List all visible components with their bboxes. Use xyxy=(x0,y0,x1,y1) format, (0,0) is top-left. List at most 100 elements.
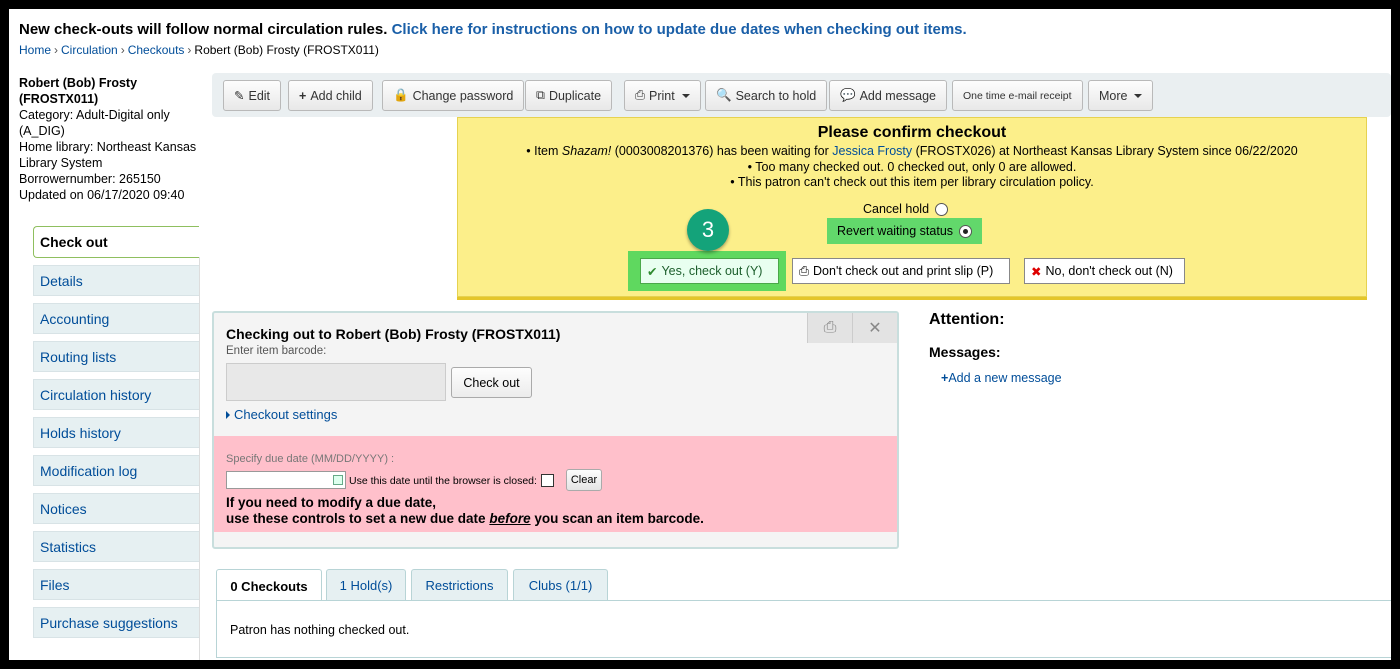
copy-icon: ⧉ xyxy=(536,88,545,102)
item-title: Shazam! xyxy=(561,144,612,158)
no-checkouts-message: Patron has nothing checked out. xyxy=(230,623,410,637)
breadcrumb-checkouts[interactable]: Checkouts xyxy=(128,43,185,57)
check-out-submit-button[interactable]: Check out xyxy=(451,367,532,398)
add-child-button[interactable]: + Add child xyxy=(288,80,373,111)
patron-name: Robert (Bob) Frosty (FROSTX011) xyxy=(19,76,138,106)
no-check-out-button[interactable]: ✖ No, don't check out (N) xyxy=(1024,258,1185,284)
tab-restrictions[interactable]: Restrictions xyxy=(411,569,508,601)
checkout-header: Checking out to Robert (Bob) Frosty (FRO… xyxy=(226,326,561,342)
tab-panel-checkouts: Patron has nothing checked out. xyxy=(216,600,1391,658)
breadcrumb-separator: › xyxy=(54,43,59,57)
dont-check-out-print-button[interactable]: ⎙ Don't check out and print slip (P) xyxy=(792,258,1010,284)
checkout-settings-toggle[interactable]: Checkout settings xyxy=(226,407,337,422)
messages-heading: Messages: xyxy=(929,344,1001,360)
add-message-button[interactable]: 💬 Add message xyxy=(829,80,948,111)
cancel-hold-radio[interactable] xyxy=(935,202,949,216)
edit-button[interactable]: ✎ Edit xyxy=(223,80,282,111)
email-receipt-button[interactable]: One time e-mail receipt xyxy=(952,80,1083,111)
remember-date-option: Use this date until the browser is close… xyxy=(349,474,554,487)
plus-icon: + xyxy=(299,88,307,103)
checkout-settings-label: Checkout settings xyxy=(234,407,338,422)
chevron-down-icon xyxy=(681,93,690,98)
dont-print-label: Don't check out and print slip (P) xyxy=(813,264,994,278)
menu-item-circulation-history[interactable]: Circulation history xyxy=(33,379,199,410)
instructions-link[interactable]: Click here for instructions on how to up… xyxy=(392,21,967,38)
menu-item-files[interactable]: Files xyxy=(33,569,199,600)
revert-waiting-option[interactable]: Revert waiting status xyxy=(827,218,983,244)
printer-icon: ⎙ xyxy=(635,88,646,102)
yes-check-out-button[interactable]: ✔ Yes, check out (Y) xyxy=(640,258,779,284)
notice-text: (0003008201376) has been waiting for xyxy=(611,144,833,158)
tab-holds[interactable]: 1 Hold(s) xyxy=(326,569,406,601)
more-dropdown-button[interactable]: More xyxy=(1088,80,1154,111)
banner-text: New check-outs will follow normal circul… xyxy=(19,21,388,38)
confirm-title: Please confirm checkout xyxy=(817,124,1007,141)
printer-icon: ⎙ xyxy=(799,263,810,278)
menu-item-modification-log[interactable]: Modification log xyxy=(33,455,199,486)
menu-item-accounting[interactable]: Accounting xyxy=(33,303,199,334)
warning-line-2: use these controls to set a new due date… xyxy=(226,511,704,527)
menu-item-holds-history[interactable]: Holds history xyxy=(33,417,199,448)
tab-checkouts[interactable]: 0 Checkouts xyxy=(216,569,322,602)
pencil-icon: ✎ xyxy=(234,89,245,103)
panel-tools: ⎙ ✕ xyxy=(807,313,897,343)
chevron-down-icon xyxy=(1134,93,1143,98)
change-password-button[interactable]: 🔒 Change password xyxy=(382,80,525,111)
hold-waiting-notice: Item Shazam! (0003008201376) has been wa… xyxy=(458,144,1366,160)
menu-item-check-out[interactable]: Check out xyxy=(33,226,199,258)
more-label: More xyxy=(1099,88,1128,103)
patron-category: Category: Adult-Digital only xyxy=(19,108,170,122)
menu-item-notices[interactable]: Notices xyxy=(33,493,199,524)
warning-line-1: If you need to modify a due date, xyxy=(226,495,437,510)
warning-emphasis: before xyxy=(489,511,531,526)
circulation-rules-banner: New check-outs will follow normal circul… xyxy=(19,21,967,38)
menu-divider xyxy=(199,257,200,660)
add-new-message-link[interactable]: +Add a new message xyxy=(941,371,1062,385)
menu-item-purchase-suggestions[interactable]: Purchase suggestions xyxy=(33,607,199,638)
confirm-checkout-dialog: Please confirm checkout Item Shazam! (00… xyxy=(457,117,1367,297)
due-date-label: Specify due date (MM/DD/YYYY) : xyxy=(226,453,395,465)
revert-waiting-radio[interactable] xyxy=(959,224,973,238)
no-label: No, don't check out (N) xyxy=(1045,264,1173,278)
breadcrumb-current: Robert (Bob) Frosty (FROSTX011) xyxy=(194,43,379,57)
patron-category-code: (A_DIG) xyxy=(19,124,65,138)
breadcrumb: Home › Circulation › Checkouts › Robert (Bob) … xyxy=(19,43,379,57)
tab-clubs[interactable]: Clubs (1/1) xyxy=(513,569,608,601)
clear-date-button[interactable]: Clear xyxy=(566,469,602,491)
breadcrumb-home[interactable]: Home xyxy=(19,43,51,57)
barcode-input[interactable] xyxy=(226,363,446,401)
hold-patron-link[interactable]: Jessica Frosty xyxy=(832,144,912,158)
duplicate-button[interactable]: ⧉ Duplicate xyxy=(525,80,613,111)
yes-label: Yes, check out (Y) xyxy=(661,264,763,278)
edit-label: Edit xyxy=(248,88,271,103)
warning-text: you scan an item barcode. xyxy=(530,511,704,526)
notice-text: Item xyxy=(534,144,562,158)
due-date-warning: If you need to modify a due date, use th… xyxy=(226,495,704,527)
revert-waiting-label: Revert waiting status xyxy=(837,224,954,238)
due-date-input[interactable] xyxy=(226,471,346,489)
duplicate-label: Duplicate xyxy=(548,88,602,103)
breadcrumb-circulation[interactable]: Circulation xyxy=(61,43,118,57)
breadcrumb-separator: › xyxy=(120,43,125,57)
patron-home-library: Home library: Northeast Kansas Library S… xyxy=(19,140,197,170)
search-icon: 🔍 xyxy=(716,88,732,102)
confirm-reasons: Item Shazam! (0003008201376) has been wa… xyxy=(458,144,1366,191)
calendar-icon[interactable] xyxy=(333,475,343,485)
print-dropdown-button[interactable]: ⎙ Print xyxy=(624,80,701,111)
cancel-hold-option[interactable]: Cancel hold xyxy=(863,202,949,216)
patron-info: Robert (Bob) Frosty (FROSTX011) Category… xyxy=(19,75,199,203)
search-to-hold-button[interactable]: 🔍 Search to hold xyxy=(705,80,828,111)
comment-icon: 💬 xyxy=(840,88,856,102)
change-password-label: Change password xyxy=(412,88,514,103)
due-date-section: Specify due date (MM/DD/YYYY) : Use this… xyxy=(214,436,897,532)
patron-updated: Updated on 06/17/2020 09:40 xyxy=(19,188,185,202)
patron-toolbar: ✎ Edit + Add child 🔒 Change password ⧉ Dupli… xyxy=(212,73,1391,117)
menu-item-details[interactable]: Details xyxy=(33,265,199,296)
printer-icon[interactable]: ⎙ xyxy=(807,313,852,343)
remember-date-checkbox[interactable] xyxy=(540,474,554,487)
warning-text: use these controls to set a new due date xyxy=(226,511,490,526)
menu-item-routing-lists[interactable]: Routing lists xyxy=(33,341,199,372)
patron-borrowernumber: Borrowernumber: 265150 xyxy=(19,172,161,186)
close-icon[interactable]: ✕ xyxy=(852,313,897,343)
menu-item-statistics[interactable]: Statistics xyxy=(33,531,199,562)
